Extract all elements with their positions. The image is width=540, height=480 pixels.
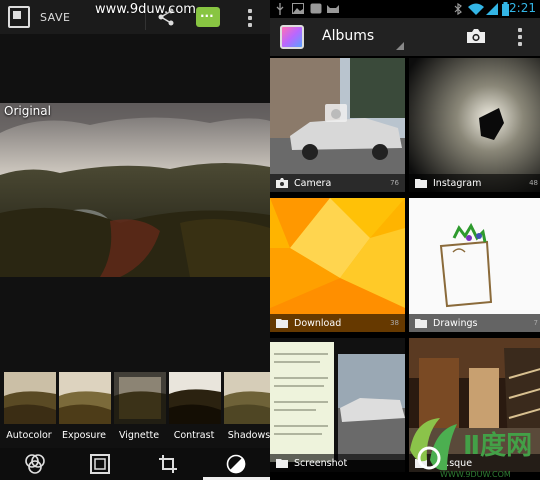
frame-icon xyxy=(90,454,110,474)
menu-dot xyxy=(248,23,252,27)
camera-button[interactable] xyxy=(466,28,486,44)
albums-action-bar: Albums xyxy=(270,18,540,56)
editor-tool-bar xyxy=(0,448,270,480)
save-label: SAVE xyxy=(40,10,71,24)
cat-notification-icon xyxy=(327,5,339,13)
album-count: 38 xyxy=(390,319,399,327)
folder-icon xyxy=(276,319,288,328)
album-caption: Download 38 xyxy=(270,314,405,332)
album-name: Drawings xyxy=(433,317,478,329)
bluetooth-icon xyxy=(454,3,462,15)
watermark: www.9duw.com xyxy=(95,2,196,17)
album-thumbnail xyxy=(270,198,405,332)
filters-icon xyxy=(25,454,45,474)
edited-photo xyxy=(0,103,270,277)
album-thumbnail xyxy=(270,58,405,192)
album-name: Screenshot xyxy=(294,457,348,469)
album-thumbnail xyxy=(270,338,405,472)
album-name: Instagram xyxy=(433,177,482,189)
filter-exposure[interactable]: Exposure xyxy=(57,372,111,441)
dropdown-indicator-icon xyxy=(396,42,404,50)
filters-tool-button[interactable] xyxy=(8,448,62,480)
filter-label: Vignette xyxy=(118,430,160,441)
status-bar: 2:21 xyxy=(270,0,540,18)
picture-notification-icon xyxy=(292,3,304,14)
frame-tool-button[interactable] xyxy=(73,448,127,480)
filter-vignette[interactable]: Vignette xyxy=(112,372,166,441)
album-thumbnail xyxy=(409,198,540,332)
status-time: 2:21 xyxy=(509,1,536,15)
album-name: Camera xyxy=(294,177,332,189)
photo-editor: SAVE www.9duw.com xyxy=(0,0,270,480)
menu-dot xyxy=(248,16,252,20)
album-count: 76 xyxy=(390,179,399,187)
usb-icon xyxy=(276,3,284,15)
filter-label: Shadows xyxy=(227,430,270,441)
svg-text:Ⅱ度网: Ⅱ度网 xyxy=(463,430,532,461)
album-caption: Drawings 7 xyxy=(409,314,540,332)
filter-thumbnail xyxy=(4,372,56,424)
wifi-icon xyxy=(468,3,484,15)
save-button[interactable]: SAVE xyxy=(0,0,90,34)
menu-dot xyxy=(518,42,522,46)
crop-tool-button[interactable] xyxy=(141,448,195,480)
album-name: Download xyxy=(294,317,342,329)
menu-dot xyxy=(518,28,522,32)
site-logo-caption: WWW.9DUW.COM xyxy=(440,470,511,479)
menu-dot xyxy=(248,9,252,13)
album-download[interactable]: Download 38 xyxy=(270,198,405,332)
album-thumbnail xyxy=(409,58,540,192)
album-count: 7 xyxy=(533,319,538,327)
editor-overflow-menu[interactable] xyxy=(238,6,262,30)
album-camera[interactable]: Camera 76 xyxy=(270,58,405,192)
album-caption: Camera 76 xyxy=(270,174,405,192)
filter-label: Exposure xyxy=(62,430,106,441)
album-caption: Screenshot xyxy=(270,454,405,472)
save-icon xyxy=(8,6,30,28)
adjust-icon xyxy=(226,454,246,474)
battery-icon xyxy=(502,2,509,16)
filter-contrast[interactable]: Contrast xyxy=(167,372,221,441)
albums-title[interactable]: Albums xyxy=(322,28,374,44)
albums-overflow-menu[interactable] xyxy=(510,26,530,48)
filter-thumbnail xyxy=(169,372,221,424)
adjust-tool-button[interactable] xyxy=(209,448,263,480)
gallery-app-icon[interactable] xyxy=(280,25,304,49)
filter-label: Contrast xyxy=(173,430,215,441)
gallery-albums: 2:21 Albums Camera 76 Instagram 48 Downl… xyxy=(270,0,540,480)
folder-icon xyxy=(415,319,427,328)
original-label: Original xyxy=(4,104,51,118)
menu-dot xyxy=(518,35,522,39)
folder-icon xyxy=(415,179,427,188)
filter-thumbnail xyxy=(224,372,270,424)
filter-thumbnail xyxy=(114,372,166,424)
camera-icon xyxy=(276,178,288,188)
message-icon xyxy=(196,6,220,27)
album-drawings[interactable]: Drawings 7 xyxy=(409,198,540,332)
filter-strip: Autocolor Exposure Vignette Contrast Sha… xyxy=(0,372,270,448)
album-instagram[interactable]: Instagram 48 xyxy=(409,58,540,192)
filter-label: Autocolor xyxy=(6,430,52,441)
filter-thumbnail xyxy=(59,372,111,424)
album-screenshot[interactable]: Screenshot xyxy=(270,338,405,472)
filter-autocolor[interactable]: Autocolor xyxy=(2,372,56,441)
album-count: 48 xyxy=(529,179,538,187)
signal-icon xyxy=(486,3,498,15)
folder-icon xyxy=(276,459,288,468)
album-caption: Instagram 48 xyxy=(409,174,540,192)
crop-icon xyxy=(159,455,177,473)
gallery-notification-icon xyxy=(310,3,322,14)
filter-shadows[interactable]: Shadows xyxy=(222,372,270,441)
